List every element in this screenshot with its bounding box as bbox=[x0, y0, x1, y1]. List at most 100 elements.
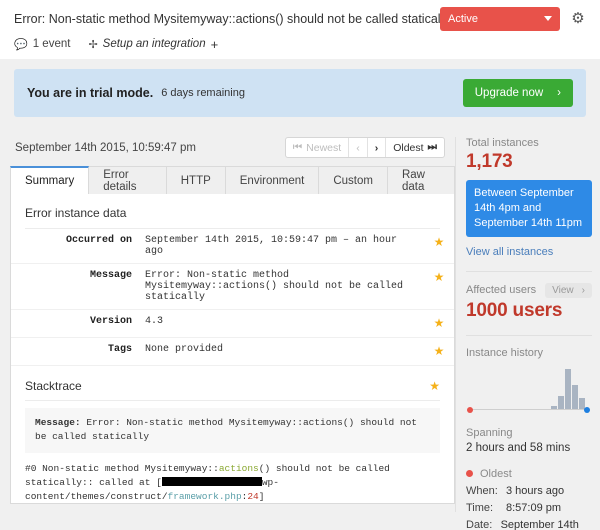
tab-label: Custom bbox=[333, 174, 373, 187]
affected-users-label: Affected users bbox=[466, 284, 537, 297]
trial-banner-wrap: You are in trial mode. 6 days remaining … bbox=[0, 59, 600, 117]
spanning-label: Spanning bbox=[466, 426, 513, 439]
oldest-when-value: 3 hours ago bbox=[506, 484, 565, 497]
redacted-path bbox=[161, 476, 262, 486]
gear-icon[interactable]: ⚙ bbox=[570, 10, 586, 27]
header-meta-row: 💬 1 event ✢ Setup an integration + bbox=[14, 33, 586, 55]
star-icon[interactable]: ★ bbox=[434, 317, 445, 331]
frame-function[interactable]: actions bbox=[219, 463, 259, 474]
row-key: Tags bbox=[107, 344, 132, 355]
total-instances-label: Total instances bbox=[466, 137, 539, 149]
sidebar: Total instances 1,173 Between September … bbox=[455, 137, 600, 530]
trial-remaining: 6 days remaining bbox=[161, 87, 245, 99]
stacktrace-title: Stacktrace bbox=[25, 379, 82, 393]
affected-users-row: Affected users View › bbox=[466, 282, 592, 298]
table-row: Version 4.3 ★ bbox=[11, 310, 454, 338]
divider bbox=[466, 270, 592, 272]
view-all-instances-link[interactable]: View all instances bbox=[466, 246, 592, 258]
oldest-when-row: When: 3 hours ago bbox=[466, 485, 592, 497]
oldest-when-key: When: bbox=[466, 484, 498, 497]
view-label: View bbox=[552, 284, 574, 296]
pager-last-button[interactable]: Oldest ⏭ bbox=[386, 138, 444, 157]
row-value: Error: Non-static method Mysitemyway::ac… bbox=[145, 270, 404, 303]
tab-label: Environment bbox=[239, 174, 305, 187]
star-icon[interactable]: ★ bbox=[434, 236, 445, 250]
star-icon[interactable]: ★ bbox=[429, 379, 440, 393]
stacktrace-frames: #0 Non-static method Mysitemyway::action… bbox=[11, 453, 454, 504]
header-title-row: Error: Non-static method Mysitemyway::ac… bbox=[14, 0, 586, 33]
history-bars bbox=[466, 367, 592, 409]
tab-environment[interactable]: Environment bbox=[225, 166, 320, 194]
row-key: Occurred on bbox=[65, 235, 132, 246]
tab-label: HTTP bbox=[180, 174, 211, 187]
frame-index: #0 bbox=[25, 462, 37, 474]
stacktrace-message-text: Error: Non-static method Mysitemyway::ac… bbox=[35, 417, 417, 443]
page-title: Error: Non-static method Mysitemyway::ac… bbox=[14, 11, 440, 26]
instance-date: September 14th 2015, 10:59:47 pm bbox=[15, 141, 196, 154]
event-count-label: 1 event bbox=[32, 38, 71, 50]
oldest-time-row: Time: 8:57:09 pm bbox=[466, 502, 592, 514]
chevron-right-icon: › bbox=[557, 87, 561, 99]
pager-oldest-label: Oldest bbox=[393, 141, 424, 154]
row-value: None provided bbox=[145, 344, 224, 355]
stacktrace-message-label: Message: bbox=[35, 417, 81, 428]
row-star-cell: ★ bbox=[424, 264, 454, 310]
setup-integration-label: Setup an integration bbox=[102, 38, 206, 50]
oldest-time-value: 8:57:09 pm bbox=[506, 501, 562, 514]
tab-bar: Summary Error details HTTP Environment Custo… bbox=[10, 166, 455, 194]
view-affected-users-button[interactable]: View › bbox=[545, 282, 592, 298]
tab-summary[interactable]: Summary bbox=[10, 166, 90, 194]
status-dropdown[interactable]: Active bbox=[440, 6, 560, 31]
add-integration-button[interactable]: + bbox=[211, 37, 219, 52]
row-key: Version bbox=[89, 316, 132, 327]
table-row: Occurred on September 14th 2015, 10:59:47… bbox=[11, 229, 454, 264]
newest-marker-icon bbox=[584, 406, 590, 413]
tab-label: Summary bbox=[25, 175, 75, 187]
tab-raw-data[interactable]: Raw data bbox=[387, 166, 455, 194]
tab-error-details[interactable]: Error details bbox=[89, 166, 167, 194]
tab-custom[interactable]: Custom bbox=[319, 166, 388, 194]
pager-next-button[interactable]: › bbox=[368, 138, 387, 157]
trial-message: You are in trial mode. bbox=[27, 86, 154, 100]
row-value: 4.3 bbox=[145, 316, 164, 327]
table-row: Tags None provided ★ bbox=[11, 338, 454, 366]
oldest-header: Oldest bbox=[466, 468, 592, 480]
pager-prev-button[interactable]: ‹ bbox=[349, 138, 368, 157]
affected-users-value: 1000 users bbox=[466, 299, 563, 321]
tab-label: Raw data bbox=[401, 168, 425, 193]
history-bar bbox=[557, 395, 564, 409]
status-label: Active bbox=[448, 12, 478, 25]
tab-label: Error details bbox=[103, 168, 137, 193]
instance-history-chart[interactable] bbox=[466, 367, 592, 415]
tab-http[interactable]: HTTP bbox=[166, 166, 226, 194]
chevron-right-icon: › bbox=[374, 141, 379, 154]
chevron-left-icon: ‹ bbox=[356, 141, 360, 154]
divider bbox=[25, 400, 440, 401]
frame-file[interactable]: framework.php bbox=[168, 491, 242, 502]
star-icon[interactable]: ★ bbox=[434, 345, 445, 359]
star-icon[interactable]: ★ bbox=[434, 271, 445, 285]
instances-range-tooltip: Between September 14th 4pm and September… bbox=[466, 180, 592, 237]
history-bar bbox=[571, 385, 578, 409]
row-star-cell: ★ bbox=[424, 229, 454, 264]
oldest-time-key: Time: bbox=[466, 501, 494, 514]
content-area: September 14th 2015, 10:59:47 pm ⏮ Newes… bbox=[0, 117, 600, 530]
event-count[interactable]: 💬 1 event bbox=[14, 38, 70, 51]
row-key: Message bbox=[89, 270, 132, 281]
summary-panel: Error instance data Occurred on September… bbox=[10, 194, 455, 504]
page-header: Error: Non-static method Mysitemyway::ac… bbox=[0, 0, 600, 59]
main-column: September 14th 2015, 10:59:47 pm ⏮ Newes… bbox=[0, 137, 455, 512]
frame-line: 24 bbox=[247, 491, 259, 502]
first-icon: ⏮ bbox=[292, 141, 303, 153]
oldest-date-key: Date: bbox=[466, 518, 493, 530]
error-instance-data-table: Occurred on September 14th 2015, 10:59:47… bbox=[11, 229, 454, 366]
oldest-dot-icon bbox=[466, 470, 473, 478]
divider bbox=[466, 334, 592, 336]
pager-first-button[interactable]: ⏮ Newest bbox=[286, 138, 350, 157]
trial-banner: You are in trial mode. 6 days remaining … bbox=[14, 69, 586, 117]
frame-close: ] bbox=[258, 491, 265, 502]
upgrade-now-button[interactable]: Upgrade now › bbox=[462, 79, 573, 107]
chevron-down-icon bbox=[544, 16, 552, 21]
setup-integration[interactable]: ✢ Setup an integration + bbox=[88, 37, 218, 52]
oldest-date-value: September 14th 2015 bbox=[500, 518, 579, 530]
